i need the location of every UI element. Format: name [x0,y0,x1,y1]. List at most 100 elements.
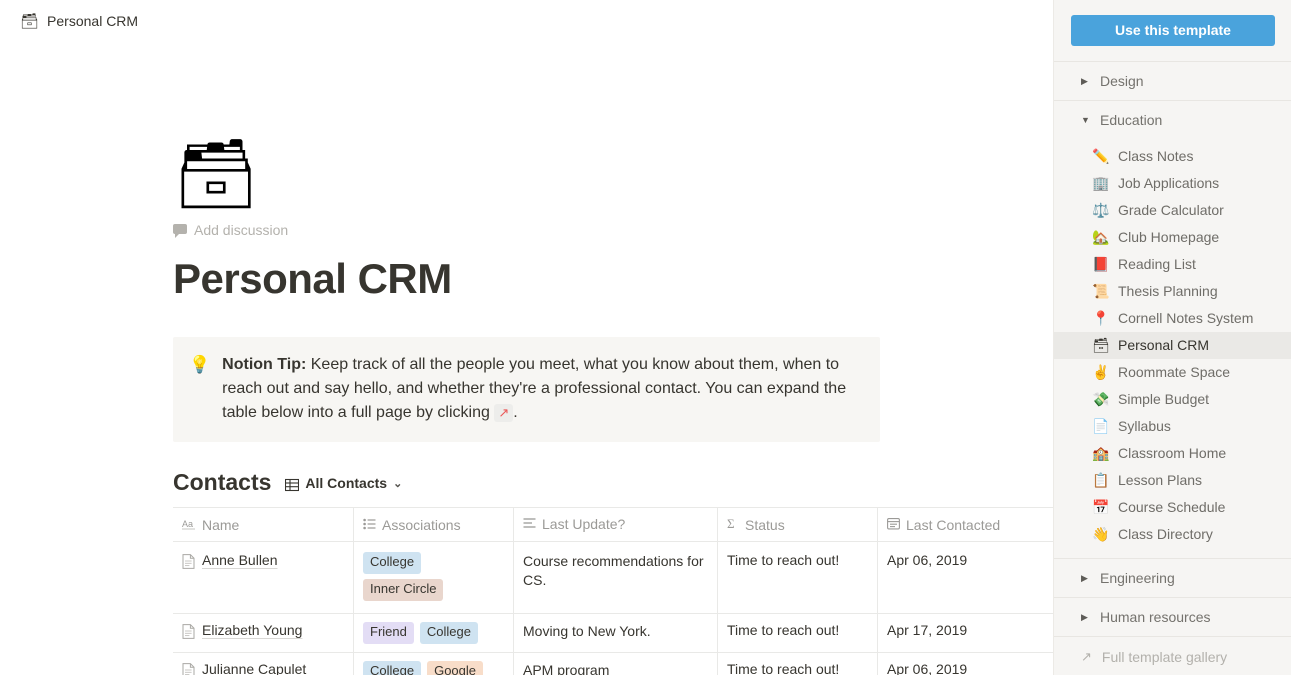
page-doc-icon [182,554,195,569]
table-row[interactable]: Elizabeth Young Friend College Moving to… [173,613,1053,653]
tag: Friend [363,621,414,644]
sidebar-item-class-directory[interactable]: 👋 Class Directory [1054,521,1291,548]
notion-tip-callout: 💡 Notion Tip: Keep track of all the peop… [173,337,880,443]
lightbulb-icon: 💡 [189,355,211,375]
caret-right-icon: ▶ [1081,75,1088,86]
text-aa-icon: Aa [182,517,196,533]
cell-name[interactable]: Anne Bullen [173,542,354,613]
breadcrumb[interactable]: 🗃 Personal CRM [20,13,138,29]
sidebar-item-label: Class Directory [1118,526,1213,542]
cell-last-update[interactable]: Moving to New York. [514,613,718,652]
contacts-title: Contacts [173,469,272,496]
cell-last-contacted[interactable]: Apr 17, 2019 [878,614,1053,652]
contact-name-link[interactable]: Julianne Capulet [202,661,306,675]
sidebar-section-design[interactable]: ▶ Design [1054,62,1291,100]
calendar-icon: 📅 [1092,499,1110,515]
table-row[interactable]: Julianne Capulet College Google APM prog… [173,652,1053,675]
sidebar-item-lesson-plans[interactable]: 📋 Lesson Plans [1054,467,1291,494]
scroll-icon: 📜 [1092,283,1110,299]
column-header-name-label: Name [202,516,240,533]
education-item-list: ✏️ Class Notes 🏢 Job Applications ⚖️ Gra… [1054,139,1291,558]
sidebar-item-simple-budget[interactable]: 💸 Simple Budget [1054,386,1291,413]
sidebar-item-label: Lesson Plans [1118,472,1203,488]
sidebar-item-label: Simple Budget [1118,391,1210,407]
table-row[interactable]: Anne Bullen College Inner Circle Course … [173,542,1053,614]
column-header-name[interactable]: Aa Name [173,508,354,542]
sidebar-item-syllabus[interactable]: 📄 Syllabus [1054,413,1291,440]
sidebar-item-club-homepage[interactable]: 🏡 Club Homepage [1054,224,1291,251]
speech-bubble-icon [173,224,187,238]
full-template-gallery-link[interactable]: ↗ Full template gallery [1054,637,1291,675]
multi-select-icon [363,517,376,533]
text-lines-icon [523,515,536,534]
waving-hand-icon: 👋 [1092,526,1110,542]
calendar-icon [887,517,900,533]
sidebar-section-engineering[interactable]: ▶ Engineering [1054,559,1291,597]
sidebar-item-job-applications[interactable]: 🏢 Job Applications [1054,170,1291,197]
office-building-icon: 🏢 [1092,175,1110,191]
column-header-status[interactable]: Σ Status [718,508,878,542]
clipboard-icon: 📋 [1092,472,1110,488]
tag-list: College Inner Circle [363,552,504,601]
view-selector[interactable]: All Contacts ⌄ [285,475,403,492]
external-arrow-icon: ↗ [1081,649,1092,664]
sidebar-section-education[interactable]: ▼ Education [1054,101,1291,139]
table-grid-icon [285,478,300,492]
callout-text: Notion Tip: Keep track of all the people… [222,353,864,425]
tag: Google [427,660,484,675]
card-index-icon: 🗃 [1092,337,1110,353]
cell-last-update[interactable]: APM program [514,652,718,675]
svg-text:Aa: Aa [182,519,193,529]
tag-list: College Google [363,660,504,675]
add-discussion-label: Add discussion [194,222,289,238]
column-header-status-label: Status [745,516,785,533]
template-sidebar: Use this template ▶ Design ▼ Education ✏… [1053,0,1291,675]
sidebar-item-grade-calculator[interactable]: ⚖️ Grade Calculator [1054,197,1291,224]
sidebar-item-roommate-space[interactable]: ✌️ Roommate Space [1054,359,1291,386]
money-wings-icon: 💸 [1092,391,1110,407]
sidebar-item-thesis-planning[interactable]: 📜 Thesis Planning [1054,278,1291,305]
sidebar-item-reading-list[interactable]: 📕 Reading List [1054,251,1291,278]
sidebar-item-personal-crm[interactable]: 🗃 Personal CRM [1054,332,1291,359]
breadcrumb-label[interactable]: Personal CRM [47,13,138,29]
pencil-icon: ✏️ [1092,148,1110,164]
callout-body-part2: . [513,404,518,422]
sidebar-item-class-notes[interactable]: ✏️ Class Notes [1054,143,1291,170]
cell-associations[interactable]: Friend College [354,613,514,652]
full-template-gallery-label: Full template gallery [1101,649,1228,665]
view-label: All Contacts [305,475,388,492]
column-header-last-update-label: Last Update? [542,516,626,533]
column-header-last-contacted[interactable]: Last Contacted [878,508,1053,541]
balance-scale-icon: ⚖️ [1092,202,1110,218]
sidebar-item-classroom-home[interactable]: 🏫 Classroom Home [1054,440,1291,467]
cell-last-update[interactable]: Course recommendations for CS. [514,542,718,613]
contact-name-link[interactable]: Anne Bullen [202,552,278,568]
chevron-down-icon: ⌄ [393,477,403,490]
sidebar-item-label: Job Applications [1118,175,1220,191]
column-header-last-update[interactable]: Last Update? [514,508,718,542]
cell-last-contacted[interactable]: Apr 06, 2019 [878,542,1053,613]
sidebar-section-design-label: Design [1100,73,1144,89]
cell-name[interactable]: Julianne Capulet [173,652,354,675]
column-header-associations[interactable]: Associations [354,508,514,542]
sidebar-item-course-schedule[interactable]: 📅 Course Schedule [1054,494,1291,521]
page-card-index-icon[interactable]: 🗃 [173,140,1053,216]
cell-last-contacted[interactable]: Apr 06, 2019 [878,653,1053,675]
sidebar-item-label: Reading List [1118,256,1196,272]
cell-associations[interactable]: College Google [354,652,514,675]
cell-name[interactable]: Elizabeth Young [173,613,354,652]
tag-list: Friend College [363,621,504,644]
add-discussion-button[interactable]: Add discussion [173,222,1053,238]
sidebar-item-label: Club Homepage [1118,229,1220,245]
sidebar-section-human-resources[interactable]: ▶ Human resources [1054,598,1291,636]
sidebar-item-label: Grade Calculator [1118,202,1224,218]
expand-arrow-icon[interactable]: ↗ [494,404,514,422]
sidebar-item-cornell-notes-system[interactable]: 📍 Cornell Notes System [1054,305,1291,332]
use-this-template-button[interactable]: Use this template [1071,15,1275,46]
school-icon: 🏫 [1092,445,1110,461]
caret-right-icon: ▶ [1081,572,1088,583]
table-header-row: Aa Name Associations Last Update? Σ Stat… [173,508,1053,543]
cell-associations[interactable]: College Inner Circle [354,542,514,613]
svg-text:Σ: Σ [727,517,735,530]
contact-name-link[interactable]: Elizabeth Young [202,622,302,638]
